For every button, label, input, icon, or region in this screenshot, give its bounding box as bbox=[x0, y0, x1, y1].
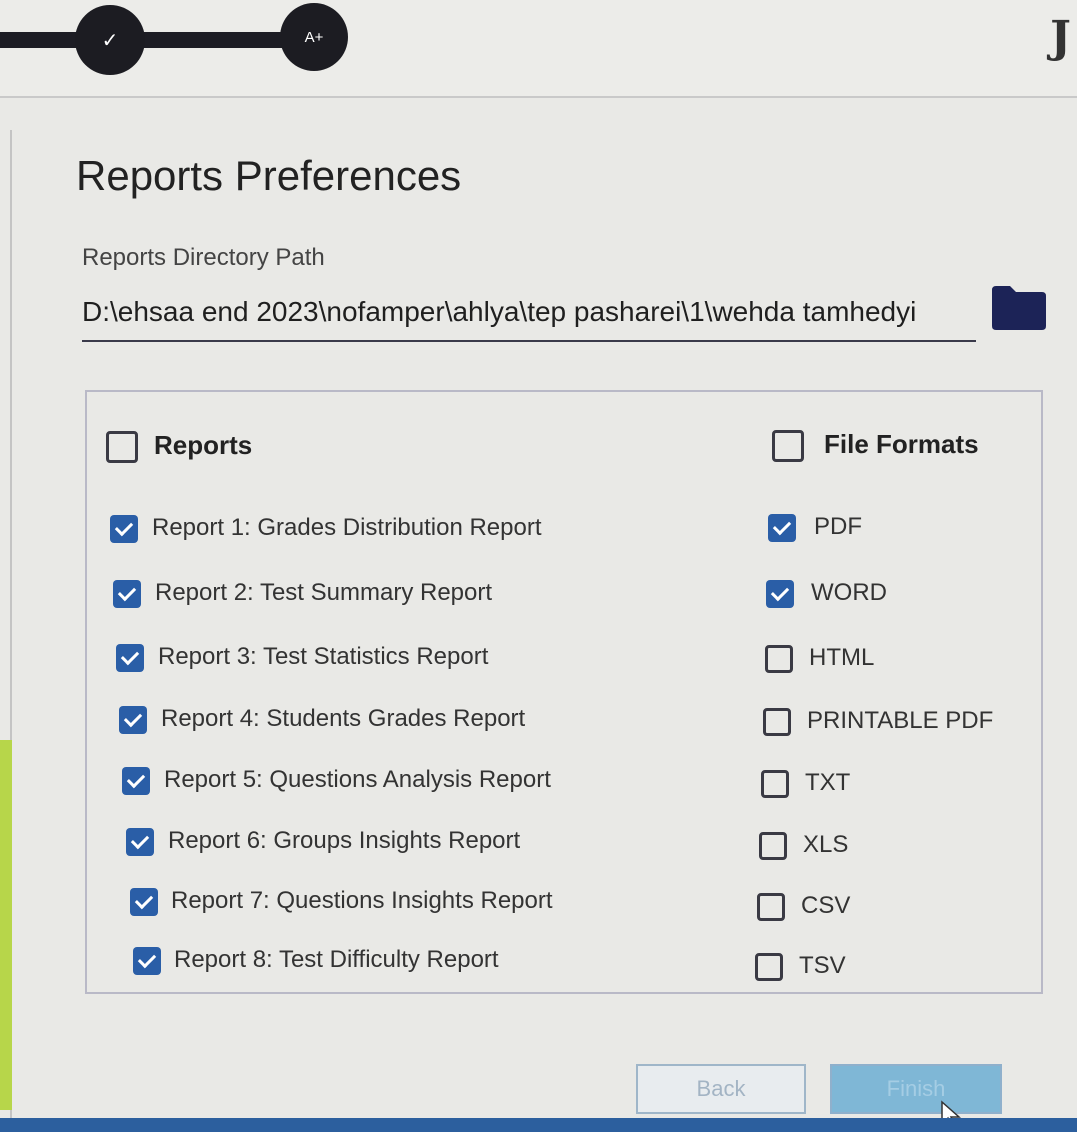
format-word-checkbox[interactable] bbox=[766, 580, 794, 608]
report-6-checkbox[interactable] bbox=[126, 828, 154, 856]
wizard-header: ✓ A+ J bbox=[0, 0, 1077, 98]
report-5-checkbox[interactable] bbox=[122, 767, 150, 795]
taskbar-edge bbox=[0, 1118, 1077, 1132]
select-all-reports-checkbox[interactable] bbox=[106, 431, 138, 463]
report-1-label: Report 1: Grades Distribution Report bbox=[152, 514, 542, 541]
format-xls-label: XLS bbox=[803, 831, 849, 858]
format-pdf-label: PDF bbox=[814, 513, 862, 540]
report-4-label: Report 4: Students Grades Report bbox=[161, 705, 526, 732]
report-2-label: Report 2: Test Summary Report bbox=[155, 579, 493, 606]
format-txt-checkbox[interactable] bbox=[761, 770, 789, 798]
report-3-label: Report 3: Test Statistics Report bbox=[158, 643, 489, 670]
back-button[interactable]: Back bbox=[636, 1064, 806, 1114]
browse-folder-button[interactable] bbox=[990, 282, 1048, 332]
format-word-label: WORD bbox=[811, 579, 887, 606]
format-html-label: HTML bbox=[809, 644, 875, 671]
report-4-checkbox[interactable] bbox=[119, 706, 147, 734]
format-tsv-checkbox[interactable] bbox=[755, 953, 783, 981]
page-title: Reports Preferences bbox=[76, 152, 462, 199]
format-csv-label: CSV bbox=[801, 892, 851, 919]
format-xls-checkbox[interactable] bbox=[759, 832, 787, 860]
report-1-checkbox[interactable] bbox=[110, 515, 138, 543]
format-tsv-label: TSV bbox=[799, 952, 846, 979]
report-5-label: Report 5: Questions Analysis Report bbox=[164, 766, 551, 793]
report-2-checkbox[interactable] bbox=[113, 580, 141, 608]
partial-logo-glyph-icon: J bbox=[1050, 12, 1071, 63]
format-printable-pdf-label: PRINTABLE PDF bbox=[807, 707, 994, 734]
step-1-symbol: ✓ bbox=[101, 29, 119, 52]
path-label: Reports Directory Path bbox=[82, 244, 325, 271]
report-6-label: Report 6: Groups Insights Report bbox=[168, 827, 521, 854]
finish-button[interactable]: Finish bbox=[830, 1064, 1002, 1114]
format-txt-label: TXT bbox=[805, 769, 851, 796]
reports-column-header: Reports bbox=[154, 430, 253, 460]
formats-column-header: File Formats bbox=[824, 429, 979, 459]
format-html-checkbox[interactable] bbox=[765, 645, 793, 673]
report-3-checkbox[interactable] bbox=[116, 644, 144, 672]
select-all-formats-checkbox[interactable] bbox=[772, 430, 804, 462]
report-7-label: Report 7: Questions Insights Report bbox=[171, 887, 553, 914]
desktop-background-strip bbox=[0, 740, 12, 1110]
format-pdf-checkbox[interactable] bbox=[768, 514, 796, 542]
reports-directory-path-input[interactable] bbox=[82, 284, 976, 342]
report-8-label: Report 8: Test Difficulty Report bbox=[174, 946, 499, 973]
step-2-label: A+ bbox=[304, 28, 324, 46]
report-8-checkbox[interactable] bbox=[133, 947, 161, 975]
step-current[interactable]: A+ bbox=[280, 3, 348, 71]
step-completed-check-icon[interactable]: ✓ bbox=[75, 5, 145, 75]
report-7-checkbox[interactable] bbox=[130, 888, 158, 916]
folder-icon bbox=[992, 286, 1046, 330]
format-printable-pdf-checkbox[interactable] bbox=[763, 708, 791, 736]
format-csv-checkbox[interactable] bbox=[757, 893, 785, 921]
